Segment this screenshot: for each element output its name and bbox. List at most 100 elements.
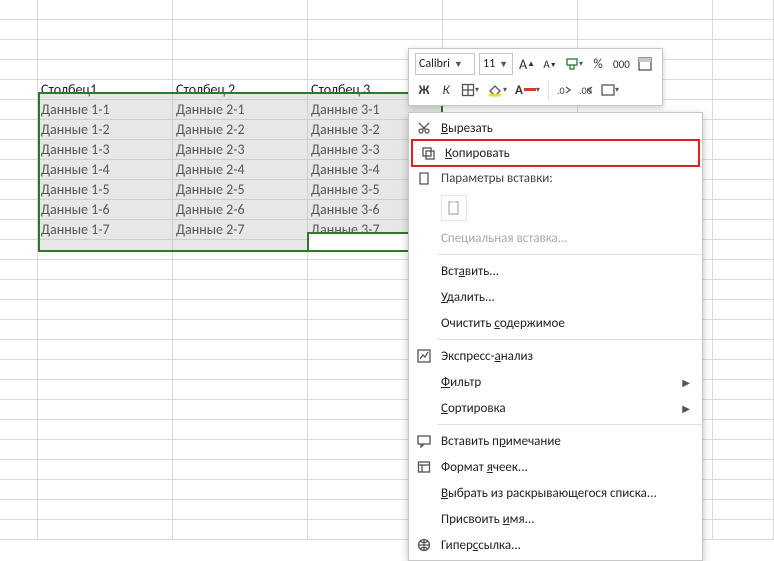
empty-cell[interactable] (713, 500, 774, 520)
empty-cell[interactable] (713, 480, 774, 500)
data-cell[interactable] (38, 260, 173, 280)
menu-select-dropdown[interactable]: Выбрать из раскрывающегося списка... (409, 480, 702, 506)
menu-delete[interactable]: Удалить... (409, 284, 702, 310)
data-cell[interactable] (173, 40, 308, 60)
data-cell[interactable] (38, 40, 173, 60)
data-cell[interactable] (173, 60, 308, 80)
data-cell[interactable] (173, 480, 308, 500)
empty-cell[interactable] (713, 520, 774, 540)
data-cell[interactable] (173, 0, 308, 20)
empty-cell[interactable] (713, 100, 774, 120)
font-name-combo[interactable]: Calibri ▼ (415, 53, 475, 75)
data-cell[interactable] (38, 20, 173, 40)
data-cell[interactable] (173, 240, 308, 260)
empty-cell[interactable] (443, 0, 578, 20)
data-cell[interactable] (308, 20, 443, 40)
empty-cell[interactable] (713, 180, 774, 200)
bold-button[interactable]: Ж (415, 79, 433, 101)
data-cell[interactable] (173, 320, 308, 340)
data-cell[interactable] (38, 480, 173, 500)
data-cell[interactable] (173, 280, 308, 300)
decrease-font-button[interactable]: A▼ (541, 53, 559, 75)
menu-filter[interactable]: Фильтр ▶ (409, 369, 702, 395)
data-cell[interactable] (38, 300, 173, 320)
empty-cell[interactable] (713, 400, 774, 420)
data-cell[interactable] (38, 280, 173, 300)
data-cell[interactable]: Данные 2-2 (173, 120, 308, 140)
empty-cell[interactable] (713, 60, 774, 80)
font-color-button[interactable]: A ▾ (513, 79, 542, 101)
empty-cell[interactable] (578, 20, 713, 40)
empty-cell[interactable] (713, 240, 774, 260)
data-cell[interactable]: Данные 2-5 (173, 180, 308, 200)
data-cell[interactable] (173, 380, 308, 400)
menu-hyperlink[interactable]: Гиперссылка... (409, 532, 702, 558)
menu-insert-comment[interactable]: Вставить примечание (409, 428, 702, 454)
data-cell[interactable] (38, 60, 173, 80)
empty-cell[interactable] (578, 0, 713, 20)
data-cell[interactable]: Данные 2-1 (173, 100, 308, 120)
menu-sort[interactable]: Сортировка ▶ (409, 395, 702, 421)
data-cell[interactable] (38, 420, 173, 440)
data-cell[interactable]: Данные 2-3 (173, 140, 308, 160)
data-cell[interactable] (38, 380, 173, 400)
thousands-button[interactable]: 000 (611, 53, 632, 75)
menu-quick-analysis[interactable]: Экспресс-анализ (409, 343, 702, 369)
data-cell[interactable] (173, 500, 308, 520)
increase-decimal-button[interactable]: .0 (555, 79, 573, 101)
data-cell[interactable]: Данные 1-5 (38, 180, 173, 200)
data-cell[interactable]: Данные 1-7 (38, 220, 173, 240)
data-cell[interactable]: Столбец 2 (173, 80, 308, 100)
borders-button[interactable]: ▾ (459, 79, 481, 101)
data-cell[interactable] (38, 360, 173, 380)
data-cell[interactable] (173, 400, 308, 420)
data-cell[interactable] (308, 0, 443, 20)
data-cell[interactable]: Данные 2-6 (173, 200, 308, 220)
empty-cell[interactable] (713, 440, 774, 460)
empty-cell[interactable] (713, 300, 774, 320)
empty-cell[interactable] (713, 200, 774, 220)
data-cell[interactable] (173, 360, 308, 380)
data-cell[interactable] (173, 420, 308, 440)
data-cell[interactable]: Данные 1-2 (38, 120, 173, 140)
italic-button[interactable]: К (437, 79, 455, 101)
cell-styles-button[interactable] (636, 53, 654, 75)
empty-cell[interactable] (713, 0, 774, 20)
data-cell[interactable]: Данные 1-6 (38, 200, 173, 220)
data-cell[interactable]: Данные 1-3 (38, 140, 173, 160)
data-cell[interactable] (173, 460, 308, 480)
font-size-combo[interactable]: 11 ▼ (479, 53, 513, 75)
menu-insert[interactable]: Вставить... (409, 258, 702, 284)
data-cell[interactable] (38, 400, 173, 420)
data-cell[interactable] (38, 500, 173, 520)
data-cell[interactable] (38, 460, 173, 480)
empty-cell[interactable] (443, 20, 578, 40)
data-cell[interactable] (173, 20, 308, 40)
data-cell[interactable] (173, 260, 308, 280)
empty-cell[interactable] (713, 340, 774, 360)
data-cell[interactable] (38, 340, 173, 360)
empty-cell[interactable] (713, 140, 774, 160)
data-cell[interactable] (173, 300, 308, 320)
data-cell[interactable] (38, 240, 173, 260)
menu-define-name[interactable]: Присвоить имя... (409, 506, 702, 532)
empty-cell[interactable] (713, 280, 774, 300)
empty-cell[interactable] (713, 360, 774, 380)
empty-cell[interactable] (713, 260, 774, 280)
data-cell[interactable] (38, 440, 173, 460)
data-cell[interactable] (173, 440, 308, 460)
increase-font-button[interactable]: A▲ (517, 53, 537, 75)
merge-button[interactable]: ▾ (599, 79, 621, 101)
empty-cell[interactable] (713, 40, 774, 60)
data-cell[interactable]: Данные 1-4 (38, 160, 173, 180)
empty-cell[interactable] (713, 220, 774, 240)
data-cell[interactable]: Столбец1 (38, 80, 173, 100)
menu-format-cells[interactable]: Формат ячеек... (409, 454, 702, 480)
empty-cell[interactable] (713, 20, 774, 40)
menu-copy[interactable]: Копировать (411, 139, 700, 167)
percent-button[interactable]: % (589, 53, 607, 75)
empty-cell[interactable] (713, 380, 774, 400)
empty-cell[interactable] (713, 160, 774, 180)
menu-clear[interactable]: Очистить содержимое (409, 310, 702, 336)
empty-cell[interactable] (713, 460, 774, 480)
